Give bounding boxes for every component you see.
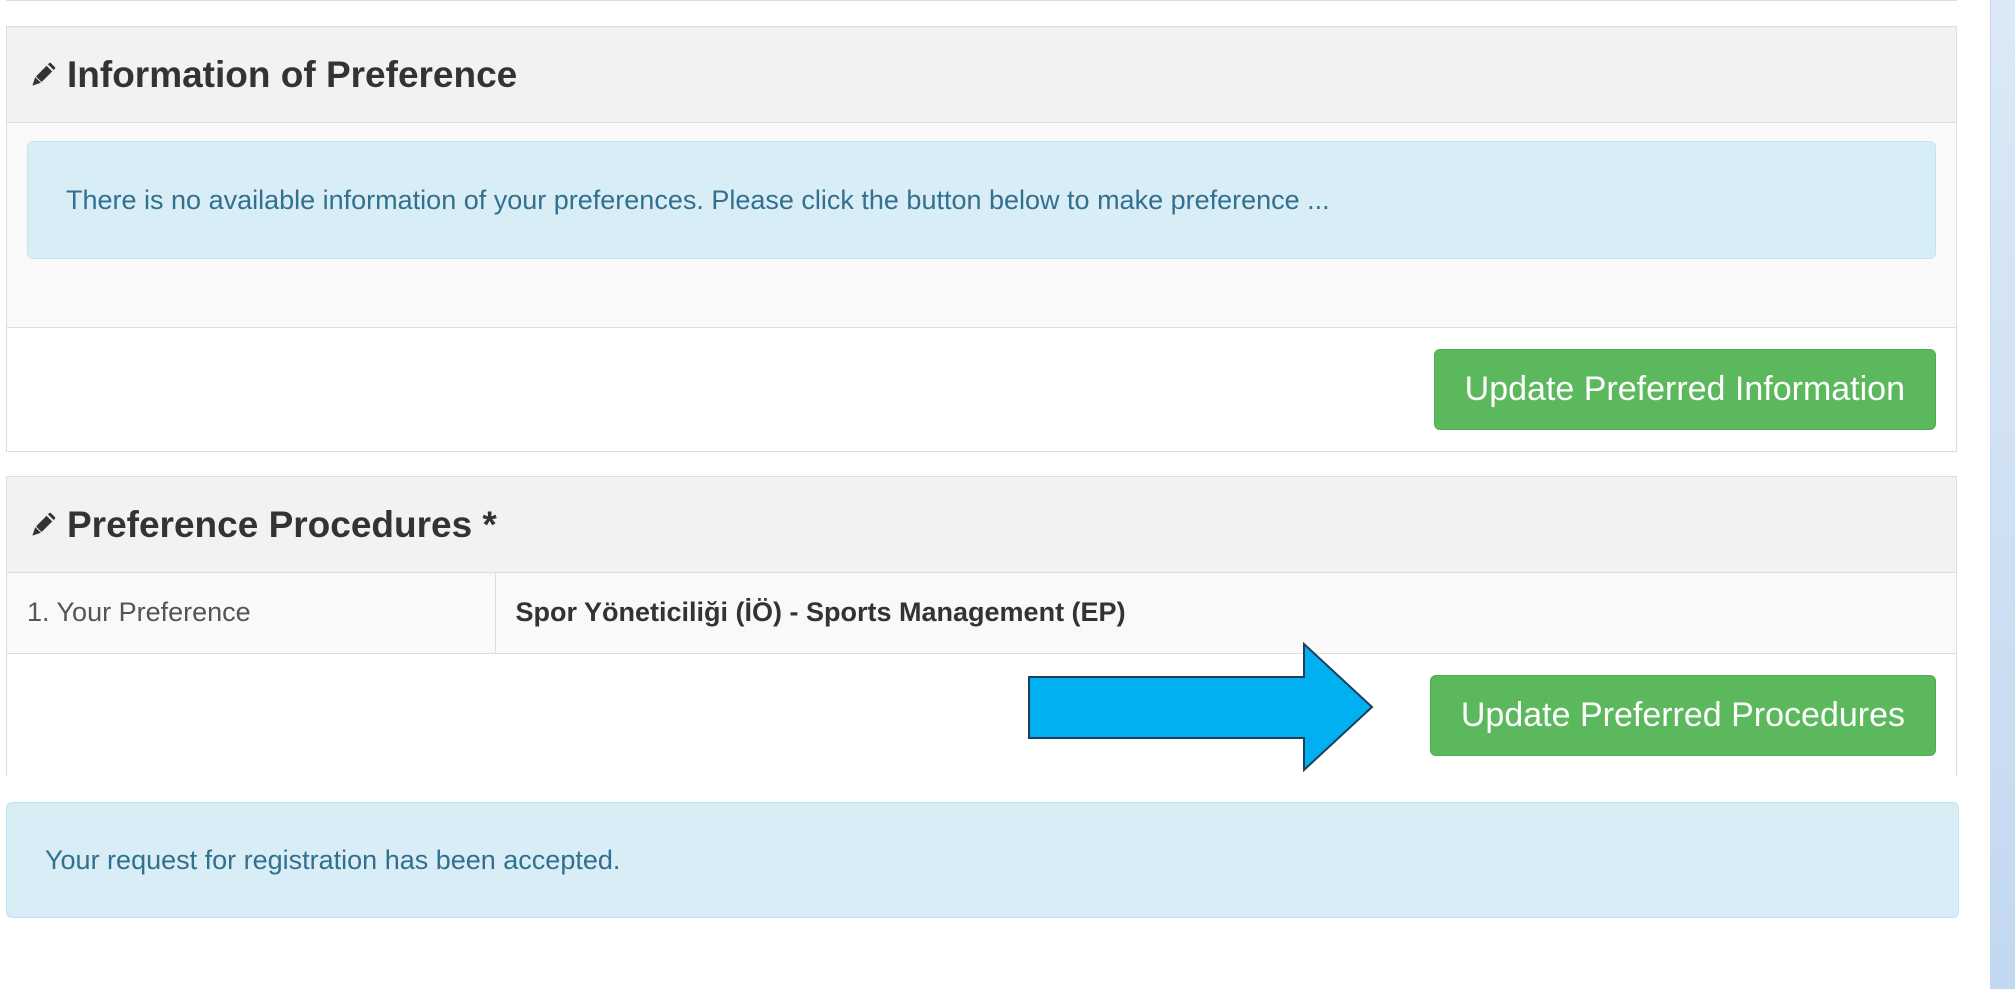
arrow-right-icon — [1028, 641, 1374, 772]
preference-procedures-footer: Update Preferred Procedures — [7, 641, 1956, 778]
pencil-icon — [25, 57, 61, 93]
preference-procedures-heading: Preference Procedures * — [7, 477, 1956, 573]
preference-info-title: Information of Preference — [67, 53, 518, 95]
preference-procedures-panel: Preference Procedures * 1. Your Preferen… — [6, 476, 1957, 778]
update-preferred-information-button[interactable]: Update Preferred Information — [1433, 349, 1936, 430]
preference-info-footer: Update Preferred Information — [7, 328, 1956, 451]
preference-table: 1. Your Preference Spor Yöneticiliği (İÖ… — [7, 573, 1956, 654]
table-row: 1. Your Preference Spor Yöneticiliği (İÖ… — [7, 573, 1956, 653]
top-divider — [6, 0, 1957, 1]
preference-info-panel: Information of Preference There is no av… — [6, 26, 1957, 452]
right-edge-strip — [1990, 0, 2015, 989]
preference-procedures-title: Preference Procedures * — [67, 503, 497, 545]
registration-status-message: Your request for registration has been a… — [45, 844, 621, 875]
pencil-icon — [25, 507, 61, 543]
update-preferred-procedures-button[interactable]: Update Preferred Procedures — [1429, 675, 1936, 756]
preference-info-body: There is no available information of you… — [7, 123, 1956, 328]
preference-label: 1. Your Preference — [7, 573, 496, 653]
no-preference-message: There is no available information of you… — [66, 184, 1330, 215]
preference-info-heading: Information of Preference — [7, 27, 1956, 123]
registration-accepted-alert: Your request for registration has been a… — [6, 802, 1959, 918]
no-preference-alert: There is no available information of you… — [27, 141, 1936, 259]
